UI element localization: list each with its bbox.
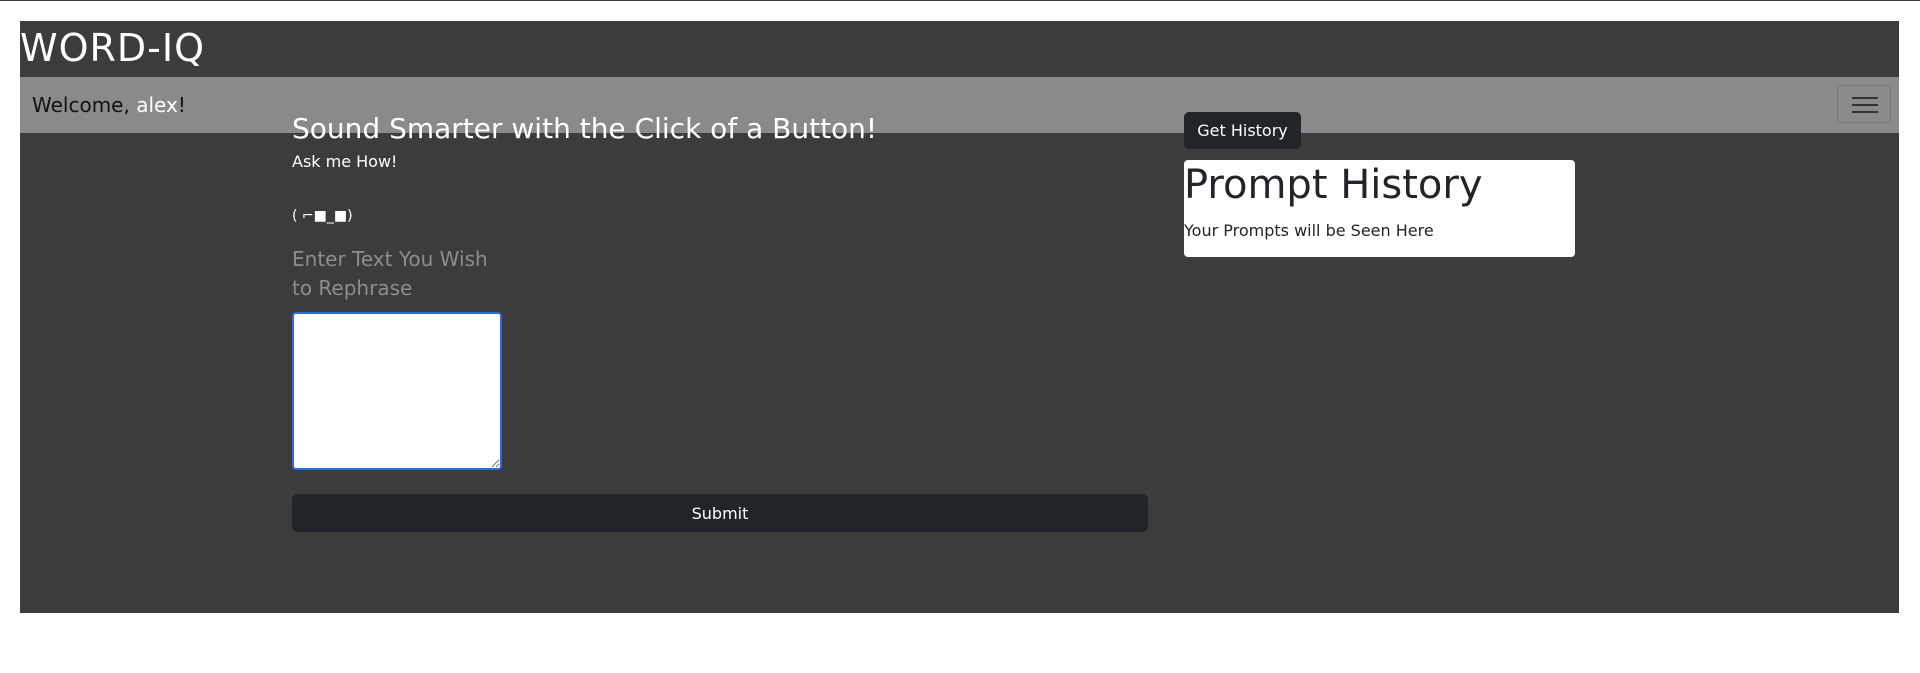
submit-button[interactable]: Submit (292, 494, 1148, 532)
hamburger-line (1852, 104, 1878, 106)
brand-logo[interactable]: WORD-IQ (20, 23, 205, 73)
hamburger-menu-icon (1852, 97, 1878, 99)
page-subline: Ask me How! (292, 152, 398, 171)
page-headline: Sound Smarter with the Click of a Button… (292, 112, 878, 145)
username: alex (136, 93, 178, 117)
navbar-toggle-button[interactable] (1837, 85, 1891, 123)
top-border-line (0, 0, 1920, 1)
rephrase-textarea[interactable] (292, 312, 502, 470)
welcome-message: Welcome, alex! (32, 77, 186, 133)
history-title: Prompt History (1184, 162, 1483, 208)
hamburger-line (1852, 111, 1878, 113)
emoticon-text: ( ⌐■_■) (292, 208, 353, 224)
welcome-prefix: Welcome, (32, 93, 137, 117)
welcome-suffix: ! (177, 93, 186, 117)
prompt-history-card: Prompt History Your Prompts will be Seen… (1184, 160, 1575, 257)
history-subtitle: Your Prompts will be Seen Here (1184, 221, 1434, 240)
get-history-button[interactable]: Get History (1184, 112, 1301, 149)
input-label: Enter Text You Wish to Rephrase (292, 247, 488, 300)
